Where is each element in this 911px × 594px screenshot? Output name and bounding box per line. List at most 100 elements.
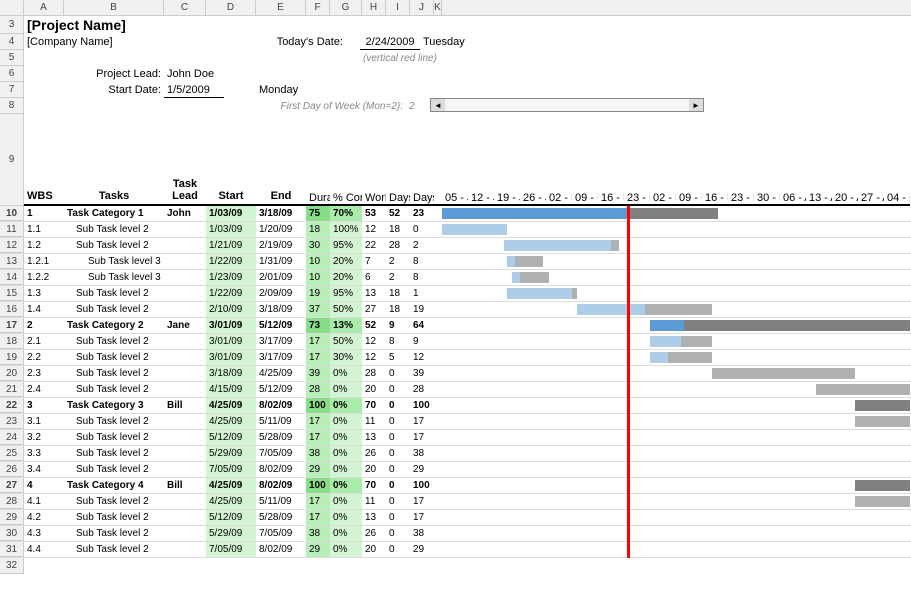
days-complete-cell[interactable]: 0	[386, 366, 410, 381]
wbs-cell[interactable]: 4.3	[24, 526, 64, 541]
working-days-cell[interactable]: 11	[362, 494, 386, 509]
start-cell[interactable]: 5/29/09	[206, 526, 256, 541]
working-days-cell[interactable]: 70	[362, 398, 386, 413]
days-complete-cell[interactable]: 5	[386, 350, 410, 365]
duration-cell[interactable]: 38	[306, 526, 330, 541]
working-days-cell[interactable]: 22	[362, 238, 386, 253]
duration-cell[interactable]: 30	[306, 238, 330, 253]
days-remaining-cell[interactable]: 38	[410, 526, 434, 541]
task-row[interactable]: 253.3Sub Task level 25/29/097/05/09380%2…	[0, 446, 911, 462]
wbs-cell[interactable]: 1.1	[24, 222, 64, 237]
lead-cell[interactable]	[164, 382, 206, 397]
pct-cell[interactable]: 0%	[330, 526, 362, 541]
pct-cell[interactable]: 0%	[330, 510, 362, 525]
task-row[interactable]: 192.2Sub Task level 23/01/093/17/091730%…	[0, 350, 911, 366]
task-row[interactable]: 151.3Sub Task level 21/22/092/09/091995%…	[0, 286, 911, 302]
days-complete-cell[interactable]: 0	[386, 526, 410, 541]
pct-cell[interactable]: 0%	[330, 398, 362, 413]
end-cell[interactable]: 1/31/09	[256, 254, 306, 269]
category-row[interactable]: 172Task Category 2Jane3/01/095/12/097313…	[0, 318, 911, 334]
working-days-cell[interactable]: 13	[362, 510, 386, 525]
pct-cell[interactable]: 0%	[330, 478, 362, 493]
duration-cell[interactable]: 100	[306, 478, 330, 493]
category-row[interactable]: 274Task Category 4Bill4/25/098/02/091000…	[0, 478, 911, 494]
lead-cell[interactable]	[164, 222, 206, 237]
days-remaining-cell[interactable]: 38	[410, 446, 434, 461]
days-remaining-cell[interactable]: 12	[410, 350, 434, 365]
task-cell[interactable]: Sub Task level 2	[64, 334, 164, 349]
task-row[interactable]: 243.2Sub Task level 25/12/095/28/09170%1…	[0, 430, 911, 446]
pct-cell[interactable]: 0%	[330, 542, 362, 557]
task-cell[interactable]: Task Category 4	[64, 478, 164, 493]
working-days-cell[interactable]: 6	[362, 270, 386, 285]
start-cell[interactable]: 4/15/09	[206, 382, 256, 397]
working-days-cell[interactable]: 20	[362, 462, 386, 477]
end-cell[interactable]: 7/05/09	[256, 526, 306, 541]
lead-cell[interactable]	[164, 510, 206, 525]
days-remaining-cell[interactable]: 8	[410, 270, 434, 285]
days-complete-cell[interactable]: 0	[386, 542, 410, 557]
task-row[interactable]: 314.4Sub Task level 27/05/098/02/09290%2…	[0, 542, 911, 558]
working-days-cell[interactable]: 52	[362, 318, 386, 333]
wbs-cell[interactable]: 4.1	[24, 494, 64, 509]
days-remaining-cell[interactable]: 2	[410, 238, 434, 253]
wbs-cell[interactable]: 2.1	[24, 334, 64, 349]
end-cell[interactable]: 3/17/09	[256, 334, 306, 349]
lead-cell[interactable]	[164, 414, 206, 429]
days-complete-cell[interactable]: 8	[386, 334, 410, 349]
days-remaining-cell[interactable]: 17	[410, 494, 434, 509]
days-remaining-cell[interactable]: 23	[410, 206, 434, 221]
task-cell[interactable]: Sub Task level 2	[64, 494, 164, 509]
working-days-cell[interactable]: 20	[362, 542, 386, 557]
end-cell[interactable]: 3/17/09	[256, 350, 306, 365]
task-cell[interactable]: Sub Task level 2	[64, 510, 164, 525]
lead-cell[interactable]	[164, 366, 206, 381]
lead-cell[interactable]	[164, 254, 206, 269]
days-complete-cell[interactable]: 2	[386, 254, 410, 269]
task-row[interactable]: 212.4Sub Task level 24/15/095/12/09280%2…	[0, 382, 911, 398]
lead-cell[interactable]	[164, 334, 206, 349]
days-remaining-cell[interactable]: 39	[410, 366, 434, 381]
start-cell[interactable]: 2/10/09	[206, 302, 256, 317]
days-complete-cell[interactable]: 0	[386, 430, 410, 445]
wbs-cell[interactable]: 2.4	[24, 382, 64, 397]
duration-cell[interactable]: 73	[306, 318, 330, 333]
task-row[interactable]: 111.1Sub Task level 21/03/091/20/0918100…	[0, 222, 911, 238]
pct-cell[interactable]: 0%	[330, 382, 362, 397]
start-cell[interactable]: 1/03/09	[206, 222, 256, 237]
duration-cell[interactable]: 19	[306, 286, 330, 301]
category-row[interactable]: 223Task Category 3Bill4/25/098/02/091000…	[0, 398, 911, 414]
days-remaining-cell[interactable]: 0	[410, 222, 434, 237]
start-cell[interactable]: 7/05/09	[206, 462, 256, 477]
pct-cell[interactable]: 20%	[330, 254, 362, 269]
wbs-cell[interactable]: 3.3	[24, 446, 64, 461]
pct-cell[interactable]: 70%	[330, 206, 362, 221]
fdow-value[interactable]: 2	[406, 98, 422, 114]
lead-cell[interactable]	[164, 238, 206, 253]
task-cell[interactable]: Sub Task level 2	[64, 286, 164, 301]
start-cell[interactable]: 7/05/09	[206, 542, 256, 557]
end-cell[interactable]: 2/19/09	[256, 238, 306, 253]
start-cell[interactable]: 3/01/09	[206, 350, 256, 365]
task-cell[interactable]: Sub Task level 2	[64, 238, 164, 253]
scroll-right-icon[interactable]: ►	[689, 99, 703, 111]
start-cell[interactable]: 1/21/09	[206, 238, 256, 253]
duration-cell[interactable]: 17	[306, 430, 330, 445]
days-remaining-cell[interactable]: 1	[410, 286, 434, 301]
task-cell[interactable]: Sub Task level 2	[64, 526, 164, 541]
duration-cell[interactable]: 17	[306, 350, 330, 365]
duration-cell[interactable]: 37	[306, 302, 330, 317]
lead-name[interactable]: John Doe	[164, 66, 256, 82]
task-row[interactable]: 182.1Sub Task level 23/01/093/17/091750%…	[0, 334, 911, 350]
end-cell[interactable]: 8/02/09	[256, 542, 306, 557]
lead-cell[interactable]: Bill	[164, 478, 206, 493]
wbs-cell[interactable]: 2.2	[24, 350, 64, 365]
lead-cell[interactable]	[164, 350, 206, 365]
duration-cell[interactable]: 17	[306, 494, 330, 509]
end-cell[interactable]: 2/09/09	[256, 286, 306, 301]
days-remaining-cell[interactable]: 64	[410, 318, 434, 333]
days-remaining-cell[interactable]: 29	[410, 462, 434, 477]
lead-cell[interactable]	[164, 270, 206, 285]
pct-cell[interactable]: 95%	[330, 286, 362, 301]
start-cell[interactable]: 4/25/09	[206, 414, 256, 429]
